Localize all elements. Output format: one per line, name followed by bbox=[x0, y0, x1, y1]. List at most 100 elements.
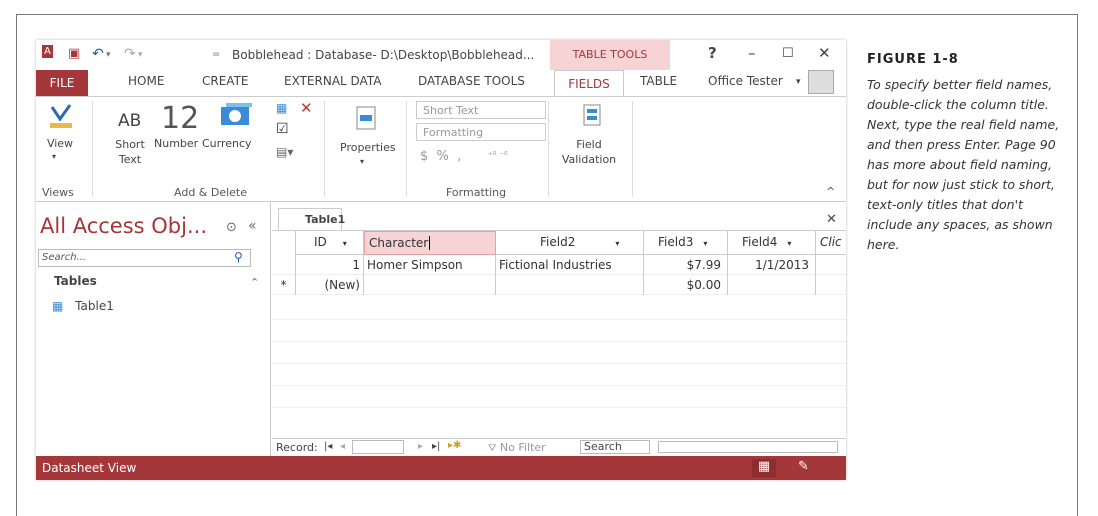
delete-field-icon[interactable]: ✕ bbox=[300, 99, 313, 117]
help-button[interactable]: ? bbox=[708, 44, 717, 62]
minimize-button[interactable]: – bbox=[748, 44, 756, 62]
group-views-label: Views bbox=[42, 186, 74, 199]
column-header-click-to-add[interactable]: Clic bbox=[816, 231, 846, 255]
tab-create[interactable]: CREATE bbox=[202, 74, 249, 88]
filter-indicator[interactable]: ⛛ No Filter bbox=[488, 441, 546, 454]
cell-id[interactable]: 1 bbox=[296, 255, 364, 275]
column-header-field3[interactable]: Field3 ▾ bbox=[644, 231, 728, 255]
filter-icon: ⛛ bbox=[488, 443, 497, 454]
collapse-section-icon[interactable]: ⌃ bbox=[250, 276, 259, 289]
text-cursor bbox=[429, 236, 431, 250]
select-all-cell[interactable] bbox=[272, 231, 296, 255]
undo-dropdown-icon[interactable]: ▾ bbox=[106, 50, 111, 60]
sort-dropdown-icon[interactable]: ▾ bbox=[615, 239, 619, 248]
nav-menu-icon[interactable]: ⊙ bbox=[226, 220, 237, 235]
cell-character[interactable] bbox=[364, 275, 496, 295]
tab-table[interactable]: TABLE bbox=[640, 74, 677, 88]
design-view-icon[interactable]: ✎ bbox=[798, 459, 809, 474]
first-record-icon[interactable]: |◂ bbox=[324, 441, 332, 452]
horizontal-scrollbar[interactable] bbox=[658, 441, 838, 453]
currency-button[interactable]: Currency bbox=[202, 137, 252, 150]
previous-record-icon[interactable]: ◂ bbox=[340, 441, 345, 452]
cell-field3[interactable]: $7.99 bbox=[644, 255, 728, 275]
field-validation-button[interactable]: Field Validation bbox=[554, 137, 624, 167]
user-dropdown-icon[interactable]: ▾ bbox=[796, 77, 801, 87]
view-dropdown-icon[interactable]: ▾ bbox=[52, 152, 56, 161]
sort-dropdown-icon[interactable]: ▾ bbox=[343, 239, 347, 248]
record-label: Record: bbox=[276, 441, 318, 454]
close-table-icon[interactable]: ✕ bbox=[826, 212, 837, 227]
new-record-icon[interactable]: ▸✱ bbox=[448, 440, 461, 451]
window-title: Bobblehead : Database- D:\Desktop\Bobble… bbox=[232, 48, 535, 62]
tab-external-data[interactable]: EXTERNAL DATA bbox=[284, 74, 381, 88]
data-type-select[interactable]: Short Text bbox=[416, 101, 546, 119]
decimal-buttons-icon[interactable]: ⁺⁰ ⁻⁰ bbox=[488, 151, 508, 161]
tab-file[interactable]: FILE bbox=[36, 70, 88, 96]
record-navigator: Record: |◂ ◂ ▸ ▸| ▸✱ ⛛ No Filter Search bbox=[272, 438, 846, 456]
group-formatting-label: Formatting bbox=[446, 186, 507, 199]
short-text-button[interactable]: Short Text bbox=[110, 137, 150, 167]
cell-field4[interactable]: 1/1/2013 bbox=[728, 255, 816, 275]
record-search-input[interactable]: Search bbox=[580, 440, 650, 454]
datasheet-grid: ID ▾ Character Field2 ▾ Field3 ▾ Field4 ▾ Cl… bbox=[272, 230, 846, 438]
table-row-new[interactable]: * (New) $0.00 bbox=[272, 275, 846, 295]
header-row: ID ▾ Character Field2 ▾ Field3 ▾ Field4 ▾ Cl… bbox=[272, 231, 846, 255]
tab-fields[interactable]: FIELDS bbox=[554, 70, 624, 97]
sort-dropdown-icon[interactable]: ▾ bbox=[787, 239, 791, 248]
datasheet-view-icon[interactable]: ▦ bbox=[752, 459, 776, 477]
nav-pane-title[interactable]: All Access Obj... bbox=[40, 214, 207, 238]
tab-home[interactable]: HOME bbox=[128, 74, 164, 88]
search-icon[interactable]: ⚲ bbox=[234, 250, 243, 264]
title-bar: A ▣ ↶ ▾ ↷ ▾ = Bobblehead : Database- D:\… bbox=[36, 40, 846, 70]
date-time-icon[interactable]: ▦ bbox=[276, 101, 287, 115]
avatar[interactable] bbox=[808, 70, 834, 94]
nav-search-input[interactable]: Search... bbox=[38, 249, 251, 267]
redo-icon[interactable]: ↷ bbox=[124, 46, 136, 62]
save-icon[interactable]: ▣ bbox=[68, 46, 80, 61]
nav-section-tables[interactable]: Tables bbox=[54, 274, 97, 288]
shutter-bar-icon[interactable]: « bbox=[248, 218, 257, 234]
customize-toolbar-icon[interactable]: = bbox=[212, 49, 220, 60]
properties-dropdown-icon[interactable]: ▾ bbox=[360, 157, 364, 166]
number-button[interactable]: Number bbox=[154, 137, 198, 150]
cell-field3[interactable]: $0.00 bbox=[644, 275, 728, 295]
document-tab-table1[interactable]: Table1 bbox=[278, 208, 345, 230]
column-header-field2[interactable]: Field2 ▾ bbox=[496, 231, 644, 255]
close-window-button[interactable]: ✕ bbox=[818, 44, 831, 62]
nav-item-table1[interactable]: ▦ Table1 bbox=[52, 299, 114, 313]
grid-line bbox=[272, 341, 846, 342]
cell-field2[interactable] bbox=[496, 275, 644, 295]
last-record-icon[interactable]: ▸| bbox=[432, 441, 440, 452]
row-selector[interactable] bbox=[272, 255, 296, 275]
maximize-button[interactable]: ☐ bbox=[782, 46, 794, 61]
more-fields-icon[interactable]: ▤▾ bbox=[276, 145, 293, 159]
new-row-marker[interactable]: * bbox=[272, 275, 296, 295]
yes-no-icon[interactable]: ☑ bbox=[276, 121, 289, 137]
datasheet-area: ▦ Table1 ✕ ID▾ Character Field2▾ Field3▾… bbox=[272, 202, 846, 456]
number-format-buttons[interactable]: $ % , bbox=[420, 149, 461, 164]
tab-database-tools[interactable]: DATABASE TOOLS bbox=[418, 74, 525, 88]
redo-dropdown-icon[interactable]: ▾ bbox=[138, 50, 143, 60]
sort-dropdown-icon[interactable]: ▾ bbox=[703, 239, 707, 248]
cell-field2[interactable]: Fictional Industries bbox=[496, 255, 644, 275]
table-row[interactable]: 1 Homer Simpson Fictional Industries $7.… bbox=[272, 255, 846, 275]
ribbon-separator bbox=[92, 101, 93, 197]
column-header-id[interactable]: ID ▾ bbox=[296, 231, 364, 255]
collapse-ribbon-icon[interactable]: ^ bbox=[826, 185, 835, 198]
current-record-input[interactable] bbox=[352, 440, 404, 454]
table-icon: ▦ bbox=[52, 299, 64, 313]
properties-button[interactable]: Properties bbox=[340, 141, 396, 154]
ribbon-separator bbox=[406, 101, 407, 197]
figure-caption: FIGURE 1-8 To specify better field names… bbox=[867, 52, 1072, 255]
next-record-icon[interactable]: ▸ bbox=[418, 441, 423, 452]
view-button[interactable]: View bbox=[40, 137, 80, 150]
cell-field4[interactable] bbox=[728, 275, 816, 295]
column-header-character[interactable]: Character bbox=[364, 231, 496, 255]
user-name[interactable]: Office Tester bbox=[708, 74, 783, 88]
undo-icon[interactable]: ↶ bbox=[92, 46, 104, 62]
cell-character[interactable]: Homer Simpson bbox=[364, 255, 496, 275]
column-header-field4[interactable]: Field4 ▾ bbox=[728, 231, 816, 255]
number-icon: 12 bbox=[161, 101, 200, 136]
cell-id[interactable]: (New) bbox=[296, 275, 364, 295]
format-select[interactable]: Formatting bbox=[416, 123, 546, 141]
